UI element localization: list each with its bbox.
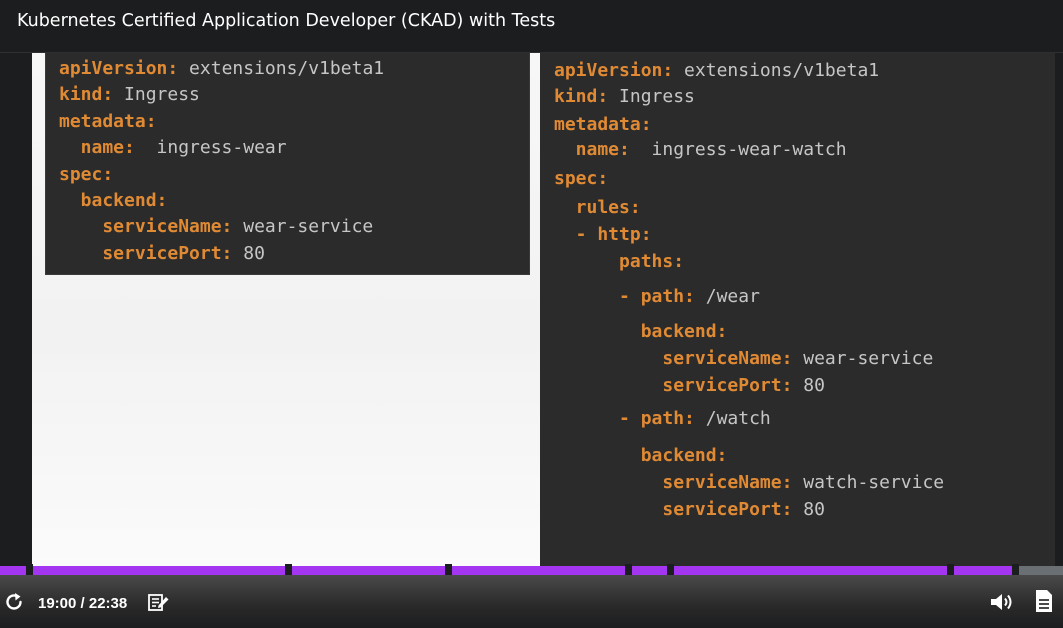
code-line: kind: Ingress — [59, 84, 200, 105]
code-key: paths: — [554, 251, 685, 272]
code-value: extensions/v1beta1 — [673, 60, 880, 81]
code-key: metadata: — [554, 114, 652, 135]
progress-bar[interactable] — [0, 564, 1063, 577]
volume-icon[interactable] — [989, 591, 1015, 613]
code-key: kind: — [554, 86, 609, 107]
code-line: rules: — [554, 197, 641, 218]
title-bar: Kubernetes Certified Application Develop… — [0, 0, 1063, 53]
code-line: backend: — [554, 321, 728, 342]
code-line: - path: /wear — [554, 286, 760, 307]
code-key: serviceName: — [554, 472, 793, 493]
code-key: serviceName: — [59, 216, 233, 237]
code-value: wear-service — [232, 216, 374, 237]
code-key: - path: — [554, 286, 695, 307]
code-key: servicePort: — [554, 499, 793, 520]
code-value: 80 — [232, 243, 265, 264]
code-key: - path: — [554, 408, 695, 429]
code-line: - http: — [554, 224, 652, 245]
code-key: rules: — [554, 197, 641, 218]
code-value: /wear — [694, 286, 760, 307]
player-controls: 19:00 / 22:38 — [0, 575, 1063, 628]
code-line: serviceName: wear-service — [554, 348, 933, 369]
code-value: ingress-wear — [134, 137, 287, 158]
code-key: name: — [59, 137, 135, 158]
replay-icon[interactable] — [4, 591, 24, 613]
code-value: wear-service — [792, 348, 934, 369]
code-line: apiVersion: extensions/v1beta1 — [554, 60, 879, 81]
video-area[interactable]: apiVersion: extensions/v1beta1 kind: Ingr… — [0, 53, 1063, 569]
code-block-ingress-wear-watch: apiVersion: extensions/v1beta1 kind: Ingr… — [540, 53, 1055, 569]
code-lines-right: apiVersion: extensions/v1beta1 kind: Ingr… — [540, 53, 1055, 569]
code-value: Ingress — [113, 84, 200, 105]
code-value: 80 — [792, 499, 825, 520]
code-value: ingress-wear-watch — [629, 139, 847, 160]
code-line: metadata: — [59, 111, 157, 132]
time-display: 19:00 / 22:38 — [38, 595, 128, 612]
code-key: backend: — [554, 321, 728, 342]
code-key: - http: — [554, 224, 652, 245]
code-key: name: — [554, 139, 630, 160]
code-line: servicePort: 80 — [554, 499, 825, 520]
code-lines-left: apiVersion: extensions/v1beta1 kind: Ingr… — [46, 53, 529, 274]
code-line: metadata: — [554, 114, 652, 135]
code-key: backend: — [554, 445, 728, 466]
code-line: servicePort: 80 — [59, 243, 265, 264]
transcript-icon[interactable] — [1034, 588, 1054, 614]
code-key: apiVersion: — [554, 60, 674, 81]
notes-icon[interactable] — [148, 593, 170, 613]
code-line: spec: — [59, 164, 113, 185]
code-value: extensions/v1beta1 — [178, 58, 385, 79]
code-key: apiVersion: — [59, 58, 179, 79]
code-key: metadata: — [59, 111, 157, 132]
code-key: servicePort: — [59, 243, 233, 264]
code-key: backend: — [59, 190, 168, 211]
code-line: serviceName: watch-service — [554, 472, 944, 493]
code-line: spec: — [554, 168, 608, 189]
code-line: kind: Ingress — [554, 86, 695, 107]
code-line: serviceName: wear-service — [59, 216, 373, 237]
code-value: 80 — [792, 375, 825, 396]
code-key: spec: — [554, 168, 609, 189]
code-line: apiVersion: extensions/v1beta1 — [59, 58, 384, 79]
code-key: serviceName: — [554, 348, 793, 369]
code-line: name: ingress-wear — [59, 137, 287, 158]
code-line: paths: — [554, 251, 684, 272]
course-title: Kubernetes Certified Application Develop… — [17, 11, 556, 31]
code-key: servicePort: — [554, 375, 793, 396]
code-line: backend: — [554, 445, 728, 466]
code-value: Ingress — [608, 86, 695, 107]
code-line: backend: — [59, 190, 168, 211]
code-value: watch-service — [792, 472, 945, 493]
code-key: kind: — [59, 84, 114, 105]
progress-fill — [0, 566, 1016, 575]
code-line: servicePort: 80 — [554, 375, 825, 396]
code-line: name: ingress-wear-watch — [554, 139, 847, 160]
code-block-ingress-wear: apiVersion: extensions/v1beta1 kind: Ingr… — [46, 53, 529, 274]
code-value: /watch — [694, 408, 771, 429]
code-line: - path: /watch — [554, 408, 771, 429]
code-key: spec: — [59, 164, 114, 185]
